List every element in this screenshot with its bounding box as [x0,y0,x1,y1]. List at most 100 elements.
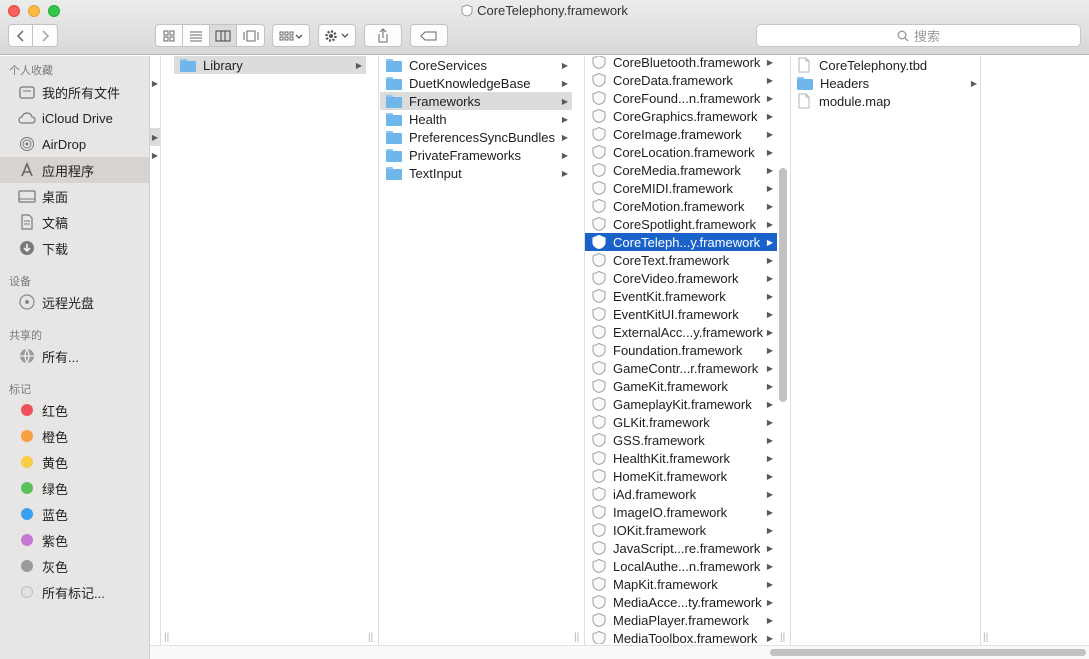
column-resize-handle[interactable]: || [368,632,373,643]
list-item[interactable]: Health ▶ [380,110,572,128]
list-item[interactable]: CoreBluetooth.framework ▶ [585,56,777,71]
action-button[interactable] [318,24,356,47]
list-item[interactable]: JavaScript...re.framework ▶ [585,539,777,557]
list-item[interactable]: CoreData.framework ▶ [585,71,777,89]
framework-icon [591,252,607,268]
list-item[interactable]: ImageIO.framework ▶ [585,503,777,521]
column-resize-handle[interactable]: || [780,632,785,643]
list-item[interactable]: Headers ▶ [791,74,981,92]
column-view-button[interactable] [209,24,237,47]
list-item[interactable]: TextInput ▶ [380,164,572,182]
horizontal-scrollbar[interactable] [770,649,1086,656]
sidebar-item-favorites[interactable]: 文稿 [0,209,149,235]
sidebar-item-favorites[interactable]: 桌面 [0,183,149,209]
list-view-button[interactable] [182,24,210,47]
framework-icon [591,360,607,376]
sidebar-item-tag[interactable]: 黄色 [0,449,149,475]
list-item[interactable]: CoreMIDI.framework ▶ [585,179,777,197]
list-item[interactable]: EventKit.framework ▶ [585,287,777,305]
sidebar-item-favorites[interactable]: AirDrop [0,131,149,157]
list-item[interactable]: GLKit.framework ▶ [585,413,777,431]
framework-icon [591,288,607,304]
column-library-children[interactable]: CoreServices ▶ DuetKnowledgeBase ▶ Framework… [380,56,572,644]
list-item[interactable]: Foundation.framework ▶ [585,341,777,359]
group-button[interactable] [272,24,310,47]
sidebar-item-favorites[interactable]: iCloud Drive [0,105,149,131]
icon-view-button[interactable] [155,24,183,47]
coverflow-view-button[interactable] [236,24,265,47]
list-item[interactable]: GameContr...r.framework ▶ [585,359,777,377]
list-item[interactable]: ExternalAcc...y.framework ▶ [585,323,777,341]
list-item[interactable]: CoreTeleph...y.framework ▶ [585,233,777,251]
list-item[interactable]: module.map [791,92,981,110]
disclosure-arrow-icon: ▶ [766,579,773,589]
sidebar-item-tag[interactable]: 紫色 [0,527,149,553]
list-item[interactable]: CoreText.framework ▶ [585,251,777,269]
column-resize-handle[interactable]: || [574,632,579,643]
list-item[interactable]: GSS.framework ▶ [585,431,777,449]
folder-icon [386,166,402,180]
list-item[interactable]: GameKit.framework ▶ [585,377,777,395]
item-label: CoreGraphics.framework [613,108,758,124]
list-item[interactable]: HomeKit.framework ▶ [585,467,777,485]
list-item[interactable]: Library ▶ [174,56,366,74]
item-label: CoreServices [409,57,488,73]
search-field[interactable]: 搜索 [756,24,1081,47]
sidebar-item-tag[interactable]: 灰色 [0,553,149,579]
back-button[interactable] [8,24,33,47]
column-root[interactable]: ▶ ▶ ▶ [150,56,160,644]
list-item[interactable]: MapKit.framework ▶ [585,575,777,593]
column-resize-handle[interactable]: || [983,632,988,643]
list-item[interactable]: DuetKnowledgeBase ▶ [380,74,572,92]
list-item[interactable]: EventKitUI.framework ▶ [585,305,777,323]
list-item[interactable]: LocalAuthe...n.framework ▶ [585,557,777,575]
list-item[interactable]: PrivateFrameworks ▶ [380,146,572,164]
column-library[interactable]: Library ▶ [174,56,366,644]
disclosure-arrow-icon: ▶ [766,507,773,517]
list-item[interactable]: HealthKit.framework ▶ [585,449,777,467]
list-item[interactable]: CoreGraphics.framework ▶ [585,107,777,125]
list-item[interactable]: CoreMedia.framework ▶ [585,161,777,179]
framework-icon [591,198,607,214]
list-item[interactable]: ▶ [150,146,160,164]
list-item[interactable]: CoreSpotlight.framework ▶ [585,215,777,233]
sidebar-item-tag[interactable]: 蓝色 [0,501,149,527]
list-item[interactable]: CoreFound...n.framework ▶ [585,89,777,107]
list-item[interactable]: iAd.framework ▶ [585,485,777,503]
list-item[interactable]: CoreLocation.framework ▶ [585,143,777,161]
column-resize-handle[interactable]: || [164,632,169,643]
list-item[interactable]: PreferencesSyncBundles ▶ [380,128,572,146]
list-item[interactable]: CoreVideo.framework ▶ [585,269,777,287]
tag-button[interactable] [410,24,448,47]
column-frameworks[interactable]: CoreBluetooth.framework ▶ CoreData.framewo… [585,56,777,644]
list-item[interactable]: MediaAcce...ty.framework ▶ [585,593,777,611]
sidebar-item-devices[interactable]: 远程光盘 [0,289,149,315]
sidebar-item-favorites[interactable]: 应用程序 [0,157,149,183]
list-item[interactable]: CoreTelephony.tbd [791,56,981,74]
frameworks-scrollbar[interactable] [779,168,787,402]
share-button[interactable] [364,24,402,47]
list-item[interactable]: MediaToolbox.framework ▶ [585,629,777,644]
sidebar-item-tag[interactable]: 红色 [0,397,149,423]
sidebar-item-favorites[interactable]: 下载 [0,235,149,261]
search-icon [897,30,909,41]
list-item[interactable]: IOKit.framework ▶ [585,521,777,539]
forward-button[interactable] [32,24,58,47]
list-item[interactable]: MediaPlayer.framework ▶ [585,611,777,629]
sidebar-item-tag[interactable]: 所有标记... [0,579,149,605]
list-item[interactable]: CoreServices ▶ [380,56,572,74]
list-item[interactable]: CoreImage.framework ▶ [585,125,777,143]
airdrop-icon [18,135,36,153]
list-item[interactable]: ▶ [150,74,160,92]
column-contents[interactable]: CoreTelephony.tbd Headers ▶ module.map [791,56,981,644]
sidebar-item-shared[interactable]: 所有... [0,343,149,369]
list-item[interactable]: Frameworks ▶ [380,92,572,110]
sidebar-item-favorites[interactable]: 我的所有文件 [0,79,149,105]
list-item[interactable]: GameplayKit.framework ▶ [585,395,777,413]
sidebar-item-tag[interactable]: 绿色 [0,475,149,501]
file-icon [797,93,813,109]
sidebar-item-tag[interactable]: 橙色 [0,423,149,449]
sidebar: 个人收藏 我的所有文件 iCloud Drive AirDrop 应用程序 桌面 文稿 下载设… [0,56,150,659]
list-item[interactable]: ▶ [150,128,160,146]
list-item[interactable]: CoreMotion.framework ▶ [585,197,777,215]
